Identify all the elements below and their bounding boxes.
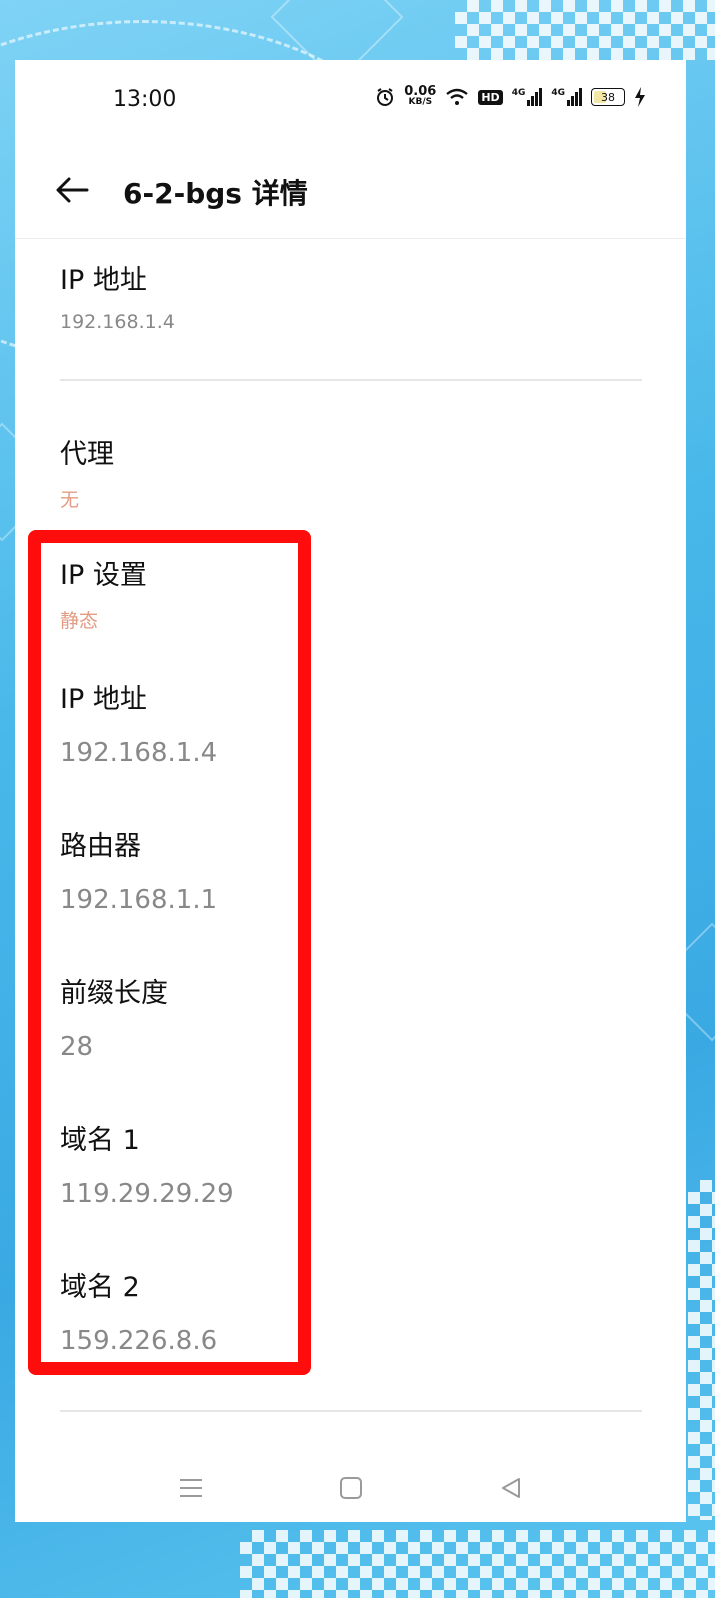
status-bar: 13:00 0.06 KB/S HD 4G 4G 38 (15, 60, 686, 140)
detail-proxy[interactable]: 代理 无 (60, 432, 114, 512)
detail-dns-2[interactable]: 域名 2 159.226.8.6 (60, 1265, 217, 1356)
section-divider (60, 1410, 642, 1412)
net-speed-value: 0.06 (404, 84, 437, 99)
net-speed: 0.06 KB/S (404, 84, 437, 108)
background-checker-pattern (240, 1530, 715, 1598)
navigation-bar (15, 1462, 686, 1522)
charging-icon (634, 87, 646, 107)
detail-label: 代理 (60, 439, 114, 470)
detail-prefix-length[interactable]: 前缀长度 28 (60, 971, 168, 1062)
detail-value: 28 (60, 1032, 94, 1062)
sim2-network-type: 4G (551, 88, 565, 98)
detail-label: IP 地址 (60, 265, 147, 296)
detail-value: 192.168.1.4 (60, 311, 175, 333)
detail-static-ip-address[interactable]: IP 地址 192.168.1.4 (60, 677, 217, 768)
detail-value: 192.168.1.1 (60, 885, 218, 915)
detail-label: IP 地址 (60, 684, 147, 715)
home-square-icon (339, 1476, 363, 1504)
back-nav-button[interactable] (495, 1476, 527, 1504)
detail-ip-settings[interactable]: IP 设置 静态 (60, 553, 147, 633)
signal-icon: 4G (551, 88, 582, 106)
detail-value: 无 (60, 489, 80, 511)
home-button[interactable] (335, 1476, 367, 1504)
detail-label: 域名 2 (60, 1272, 140, 1303)
detail-label: IP 设置 (60, 560, 147, 591)
net-speed-unit: KB/S (408, 97, 433, 107)
detail-ip-address[interactable]: IP 地址 192.168.1.4 (60, 258, 175, 333)
menu-icon (178, 1477, 204, 1503)
status-icons: 0.06 KB/S HD 4G 4G 38 (375, 84, 646, 108)
back-triangle-icon (499, 1476, 523, 1504)
detail-value: 119.29.29.29 (60, 1179, 234, 1209)
detail-label: 路由器 (60, 831, 141, 862)
detail-label: 前缀长度 (60, 978, 168, 1009)
recent-apps-button[interactable] (175, 1476, 207, 1504)
phone-screen: 13:00 0.06 KB/S HD 4G 4G 38 6-2-bgs 详情 I… (15, 60, 686, 1522)
arrow-left-icon (51, 177, 95, 216)
section-divider (60, 379, 642, 381)
alarm-icon (375, 87, 395, 107)
battery-icon: 38 (591, 88, 625, 106)
app-bar: 6-2-bgs 详情 (15, 150, 686, 238)
battery-level: 38 (601, 90, 615, 104)
status-time: 13:00 (113, 87, 177, 112)
background-checker-pattern (455, 0, 715, 60)
background-checker-pattern (688, 1180, 715, 1520)
detail-value: 静态 (60, 610, 99, 632)
highlight-annotation-box (28, 530, 311, 1375)
wifi-icon (445, 88, 469, 106)
detail-label: 域名 1 (60, 1125, 140, 1156)
sim1-network-type: 4G (511, 88, 526, 98)
back-button[interactable] (51, 168, 95, 212)
detail-value: 192.168.1.4 (60, 738, 218, 768)
hd-icon: HD (478, 89, 503, 105)
detail-router[interactable]: 路由器 192.168.1.1 (60, 824, 217, 915)
page-title: 6-2-bgs 详情 (123, 177, 308, 210)
detail-dns-1[interactable]: 域名 1 119.29.29.29 (60, 1118, 234, 1209)
header-divider (15, 238, 686, 239)
detail-value: 159.226.8.6 (60, 1326, 218, 1356)
signal-icon: 4G (512, 88, 543, 106)
